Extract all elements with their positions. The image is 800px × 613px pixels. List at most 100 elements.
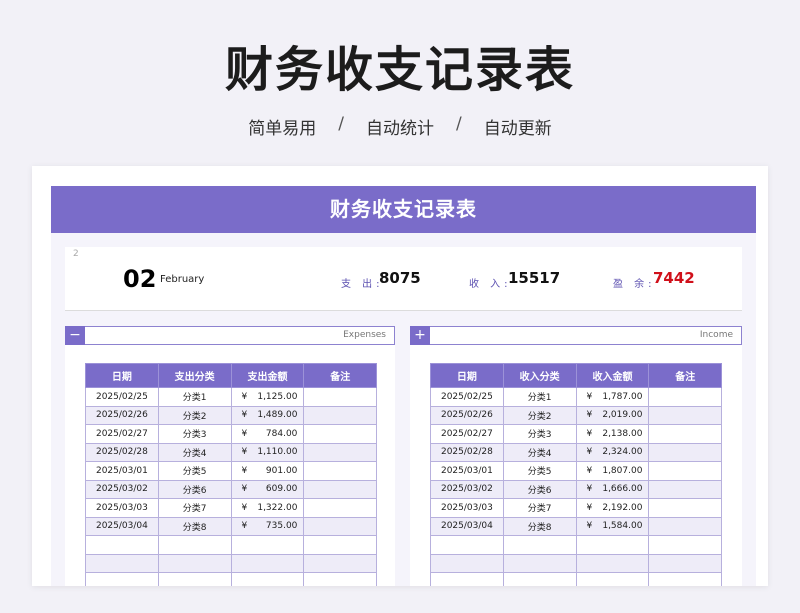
empty-cell[interactable] (430, 535, 504, 555)
note-cell[interactable] (648, 442, 722, 462)
empty-cell[interactable] (648, 572, 722, 586)
amount-value: ¥901.00 (242, 466, 298, 476)
date-cell[interactable]: 2025/02/26 (430, 405, 504, 425)
note-cell[interactable] (648, 498, 722, 518)
category-cell[interactable]: 分类7 (157, 498, 232, 518)
empty-cell[interactable] (575, 535, 650, 555)
empty-cell[interactable] (430, 553, 504, 573)
empty-cell[interactable] (157, 553, 232, 573)
amount-cell[interactable]: ¥609.00 (230, 479, 305, 499)
amount-cell[interactable]: ¥784.00 (230, 424, 305, 444)
empty-cell[interactable] (648, 553, 722, 573)
expand-button[interactable]: + (410, 326, 430, 345)
empty-cell[interactable] (303, 553, 377, 573)
date-cell[interactable]: 2025/02/27 (85, 424, 159, 444)
month-number[interactable]: 02 (123, 265, 156, 293)
date-cell[interactable]: 2025/02/27 (430, 424, 504, 444)
category-cell[interactable]: 分类7 (502, 498, 577, 518)
amount-cell[interactable]: ¥2,192.00 (575, 498, 650, 518)
sheet-body: 2 02 February 支 出: 8075 收 入: 15517 盈 余: … (51, 233, 756, 586)
empty-cell[interactable] (85, 535, 159, 555)
date-cell[interactable]: 2025/02/28 (430, 442, 504, 462)
empty-cell[interactable] (303, 535, 377, 555)
amount-cell[interactable]: ¥1,584.00 (575, 516, 650, 536)
empty-cell[interactable] (502, 535, 577, 555)
amount-cell[interactable]: ¥1,666.00 (575, 479, 650, 499)
note-cell[interactable] (303, 405, 377, 425)
empty-cell[interactable] (502, 553, 577, 573)
date-cell[interactable]: 2025/03/01 (430, 461, 504, 481)
category-cell[interactable]: 分类5 (502, 461, 577, 481)
note-cell[interactable] (648, 516, 722, 536)
amount-cell[interactable]: ¥1,489.00 (230, 405, 305, 425)
amount-number: 609.00 (265, 484, 298, 495)
note-cell[interactable] (648, 387, 722, 407)
date-cell[interactable]: 2025/03/03 (430, 498, 504, 518)
date-cell[interactable]: 2025/03/04 (85, 516, 159, 536)
empty-cell[interactable] (157, 535, 232, 555)
amount-cell[interactable]: ¥2,324.00 (575, 442, 650, 462)
date-cell[interactable]: 2025/03/03 (85, 498, 159, 518)
note-cell[interactable] (303, 442, 377, 462)
empty-cell[interactable] (230, 572, 305, 586)
amount-cell[interactable]: ¥2,019.00 (575, 405, 650, 425)
note-cell[interactable] (303, 461, 377, 481)
amount-cell[interactable]: ¥2,138.00 (575, 424, 650, 444)
empty-cell[interactable] (648, 535, 722, 555)
amount-cell[interactable]: ¥901.00 (230, 461, 305, 481)
date-cell[interactable]: 2025/02/28 (85, 442, 159, 462)
empty-cell[interactable] (303, 572, 377, 586)
note-cell[interactable] (303, 479, 377, 499)
note-cell[interactable] (648, 479, 722, 499)
category-cell[interactable]: 分类8 (502, 516, 577, 536)
note-cell[interactable] (303, 387, 377, 407)
empty-cell[interactable] (575, 553, 650, 573)
income-panel-header: + Income (410, 326, 742, 345)
category-cell[interactable]: 分类1 (502, 387, 577, 407)
amount-number: 1,322.00 (257, 502, 298, 513)
empty-cell[interactable] (85, 553, 159, 573)
table-row: 2025/02/25 分类1 ¥1,787.00 (430, 387, 722, 407)
note-cell[interactable] (648, 461, 722, 481)
date-cell[interactable]: 2025/03/02 (85, 479, 159, 499)
note-cell[interactable] (303, 498, 377, 518)
empty-cell[interactable] (430, 572, 504, 586)
amount-cell[interactable]: ¥1,110.00 (230, 442, 305, 462)
empty-cell[interactable] (157, 572, 232, 586)
currency-symbol: ¥ (586, 447, 593, 458)
category-cell[interactable]: 分类4 (157, 442, 232, 462)
date-cell[interactable]: 2025/02/25 (85, 387, 159, 407)
date-cell[interactable]: 2025/02/25 (430, 387, 504, 407)
note-cell[interactable] (303, 516, 377, 536)
category-cell[interactable]: 分类3 (157, 424, 232, 444)
category-cell[interactable]: 分类5 (157, 461, 232, 481)
amount-cell[interactable]: ¥735.00 (230, 516, 305, 536)
note-cell[interactable] (648, 405, 722, 425)
category-cell[interactable]: 分类2 (502, 405, 577, 425)
note-cell[interactable] (648, 424, 722, 444)
page-title: 财务收支记录表 (224, 42, 575, 98)
amount-cell[interactable]: ¥1,125.00 (230, 387, 305, 407)
note-cell[interactable] (303, 424, 377, 444)
amount-number: 901.00 (265, 465, 298, 476)
category-cell[interactable]: 分类8 (157, 516, 232, 536)
category-cell[interactable]: 分类3 (502, 424, 577, 444)
date-cell[interactable]: 2025/02/26 (85, 405, 159, 425)
collapse-button[interactable]: − (65, 326, 85, 345)
date-cell[interactable]: 2025/03/01 (85, 461, 159, 481)
empty-cell[interactable] (575, 572, 650, 586)
empty-cell[interactable] (85, 572, 159, 586)
amount-cell[interactable]: ¥1,807.00 (575, 461, 650, 481)
empty-cell[interactable] (230, 553, 305, 573)
amount-cell[interactable]: ¥1,322.00 (230, 498, 305, 518)
empty-cell[interactable] (502, 572, 577, 586)
category-cell[interactable]: 分类1 (157, 387, 232, 407)
category-cell[interactable]: 分类4 (502, 442, 577, 462)
category-cell[interactable]: 分类6 (157, 479, 232, 499)
category-cell[interactable]: 分类6 (502, 479, 577, 499)
date-cell[interactable]: 2025/03/02 (430, 479, 504, 499)
empty-cell[interactable] (230, 535, 305, 555)
amount-cell[interactable]: ¥1,787.00 (575, 387, 650, 407)
category-cell[interactable]: 分类2 (157, 405, 232, 425)
date-cell[interactable]: 2025/03/04 (430, 516, 504, 536)
